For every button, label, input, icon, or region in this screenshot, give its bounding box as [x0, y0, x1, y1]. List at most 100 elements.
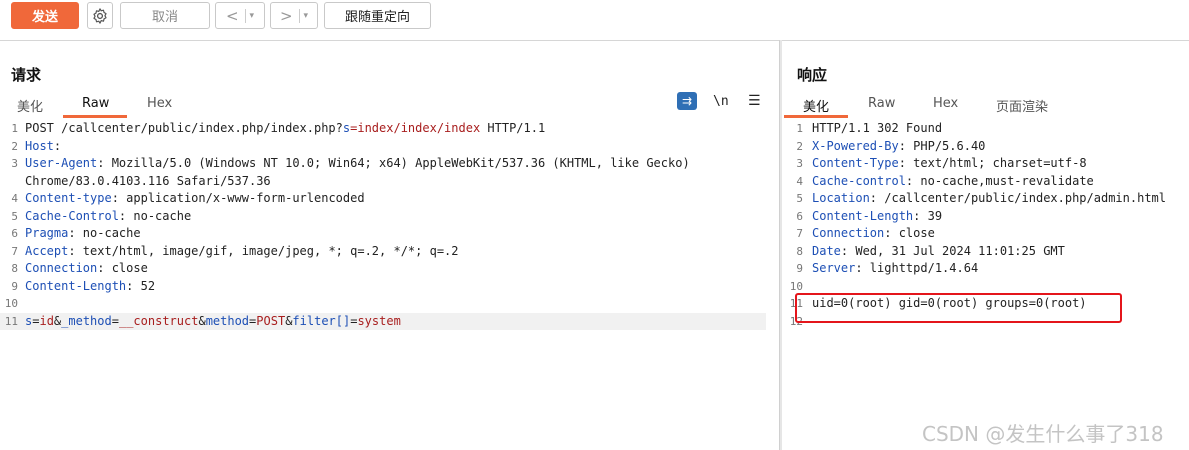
line-text: Server: lighttpd/1.4.64 [812, 260, 978, 278]
response-editor[interactable]: 1 HTTP/1.1 302 Found 2 X-Powered-By: PHP/5.… [783, 120, 1189, 450]
code-token: Content-type [25, 191, 112, 205]
tab-request-hex[interactable]: Hex [147, 96, 172, 116]
line-text: User-Agent: Mozilla/5.0 (Windows NT 10.0… [25, 155, 690, 173]
code-line[interactable]: 6 Content-Length: 39 [783, 208, 1189, 226]
code-token: : no-cache [68, 226, 141, 240]
code-line[interactable]: 4 Content-type: application/x-www-form-ur… [0, 190, 766, 208]
code-line[interactable]: 9 Server: lighttpd/1.4.64 [783, 260, 1189, 278]
request-editor[interactable]: 1 POST /callcenter/public/index.php/index… [0, 120, 766, 450]
code-token: : Mozilla/5.0 (Windows NT 10.0; Win64; x… [97, 156, 690, 170]
code-line[interactable]: 2 Host: [0, 138, 766, 156]
code-token: Content-Length [25, 278, 127, 293]
divider [244, 8, 246, 23]
line-number: 3 [796, 157, 803, 170]
chevron-down-icon[interactable]: ▾ [304, 11, 309, 21]
line-text: Location: /callcenter/public/index.php/a… [812, 190, 1166, 208]
code-line[interactable]: 2 X-Powered-By: PHP/5.6.40 [783, 138, 1189, 156]
line-number: 8 [11, 262, 18, 275]
line-text: X-Powered-By: PHP/5.6.40 [812, 138, 985, 156]
code-line[interactable]: 3 Content-Type: text/html; charset=utf-8 [783, 155, 1189, 173]
code-token: Pragma [25, 226, 69, 240]
pane-splitter[interactable] [779, 40, 782, 450]
code-line[interactable]: 7 Connection: close [783, 225, 1189, 243]
code-token: HTTP/1.1 [480, 121, 546, 135]
code-line[interactable]: 8 Date: Wed, 31 Jul 2024 11:01:25 GMT [783, 243, 1189, 261]
code-token: Chrome/83.0.4103.116 Safari/537.36 [25, 173, 271, 188]
menu-icon[interactable]: ☰ [748, 93, 761, 109]
code-token: : application/x-www-form-urlencoded [111, 191, 365, 205]
code-token: =index/index/index [350, 121, 481, 135]
show-newlines-icon[interactable]: \n [713, 94, 729, 109]
tab-response-pretty[interactable]: 美化 [803, 96, 829, 116]
code-token: Cache-control [812, 173, 906, 188]
line-text: Chrome/83.0.4103.116 Safari/537.36 [25, 173, 271, 191]
line-number: 4 [796, 174, 803, 188]
line-number: 7 [796, 227, 803, 240]
active-tab-indicator [784, 115, 848, 118]
code-token: method [205, 313, 250, 328]
tab-request-raw[interactable]: Raw [82, 96, 109, 116]
code-token: : text/html, image/gif, image/jpeg, *; q… [68, 243, 459, 258]
code-token: : no-cache [118, 208, 192, 223]
back-button[interactable]: < ▾ [215, 2, 265, 29]
watermark: CSDN @发生什么事了318 [922, 422, 1164, 446]
code-line[interactable]: 8 Connection: close [0, 260, 766, 278]
code-line[interactable]: 4 Cache-control: no-cache,must-revalidate [783, 173, 1189, 191]
line-number: 2 [796, 139, 803, 153]
line-text: Content-Length: 39 [812, 208, 942, 226]
forward-button[interactable]: > ▾ [270, 2, 318, 29]
line-text: Connection: close [25, 260, 148, 278]
code-token: Content-Type [812, 156, 899, 170]
code-line[interactable]: 3 User-Agent: Mozilla/5.0 (Windows NT 10.… [0, 155, 766, 173]
active-tab-indicator [63, 115, 127, 118]
code-line[interactable]: Chrome/83.0.4103.116 Safari/537.36 [0, 173, 766, 191]
code-line[interactable]: 11 s=id&_method=__construct&method=POST&f… [0, 312, 766, 330]
line-text: Cache-control: no-cache,must-revalidate [812, 173, 1094, 191]
line-text: Content-Length: 52 [25, 278, 155, 296]
code-line[interactable]: 5 Location: /callcenter/public/index.php/… [783, 190, 1189, 208]
line-number: 8 [796, 244, 803, 258]
code-token: = [111, 313, 119, 328]
code-line[interactable]: 7 Accept: text/html, image/gif, image/jpe… [0, 243, 766, 261]
code-token: X-Powered-By [812, 138, 899, 153]
code-line[interactable]: 5 Cache-Control: no-cache [0, 208, 766, 226]
wrap-lines-icon[interactable]: ⇉ [677, 92, 697, 110]
send-button[interactable]: 发送 [11, 2, 79, 29]
code-line[interactable]: 6 Pragma: no-cache [0, 225, 766, 243]
tab-response-raw[interactable]: Raw [868, 96, 895, 116]
tab-response-hex[interactable]: Hex [933, 96, 958, 116]
response-title: 响应 [797, 66, 828, 84]
toolbar-divider [0, 40, 1189, 41]
line-number: 6 [11, 227, 18, 240]
code-token: : close [97, 261, 148, 275]
line-number: 3 [11, 157, 18, 170]
chevron-right-icon: > [279, 6, 293, 25]
code-line[interactable]: 9 Content-Length: 52 [0, 278, 766, 296]
code-token: Date [812, 243, 841, 258]
highlight-box [795, 293, 1122, 323]
code-token: _method [61, 313, 112, 328]
settings-button[interactable] [87, 2, 113, 29]
code-line[interactable]: 10 [0, 295, 766, 313]
tab-request-pretty[interactable]: 美化 [17, 96, 43, 116]
line-number: 2 [11, 139, 18, 153]
chevron-left-icon: < [225, 6, 239, 25]
tab-response-render[interactable]: 页面渲染 [996, 96, 1048, 116]
code-token: __construct [118, 313, 199, 328]
chevron-down-icon[interactable]: ▾ [250, 11, 255, 21]
cancel-button[interactable]: 取消 [120, 2, 210, 29]
code-token: POST /callcenter/public/index.php/index.… [25, 121, 343, 135]
divider [298, 8, 300, 23]
line-text: Cache-Control: no-cache [25, 208, 191, 226]
line-number: 4 [11, 192, 18, 205]
line-text: Host: [25, 138, 61, 156]
code-token: Content-Length [812, 208, 914, 223]
follow-redirect-button[interactable]: 跟随重定向 [324, 2, 431, 29]
code-line[interactable]: 1 POST /callcenter/public/index.php/index… [0, 120, 766, 138]
line-number: 11 [4, 314, 18, 328]
code-token: filter[] [292, 313, 351, 328]
code-token: Server [812, 261, 856, 275]
code-token: : 39 [913, 208, 943, 223]
line-number: 5 [796, 192, 803, 205]
code-line[interactable]: 1 HTTP/1.1 302 Found [783, 120, 1189, 138]
